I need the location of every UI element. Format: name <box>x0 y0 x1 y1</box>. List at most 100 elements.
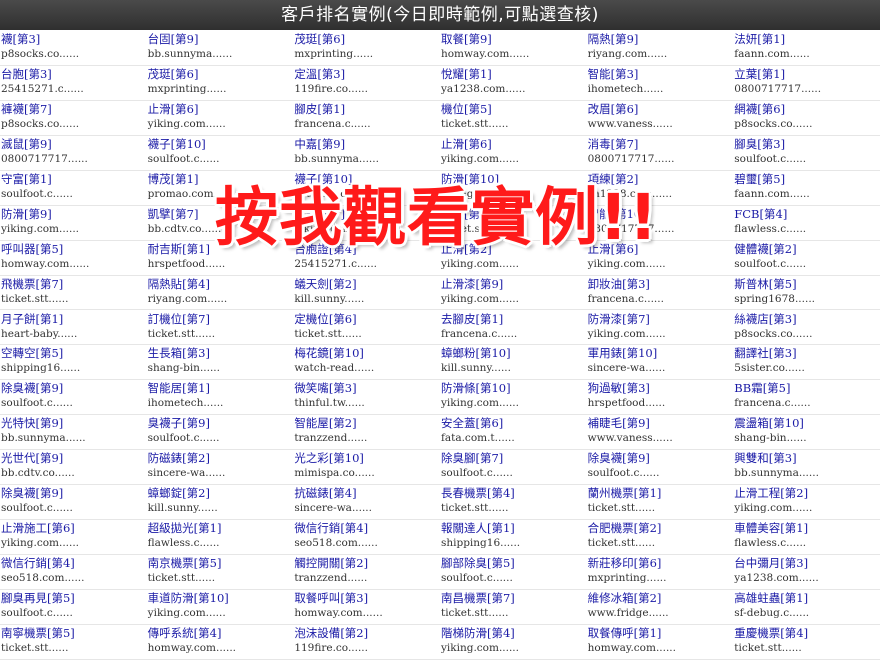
site-url[interactable]: soulfoot.c...... <box>148 431 294 446</box>
keyword-link[interactable]: 防滑條[第10] <box>441 381 587 396</box>
ranking-cell[interactable]: 消毒[第7] 0800717717...... <box>586 136 734 171</box>
keyword-link[interactable]: 滅鼠[第9] <box>1 137 147 152</box>
ranking-cell[interactable]: 空轉空[第5] shipping16...... <box>0 345 147 381</box>
site-url[interactable]: homway.com...... <box>294 606 440 621</box>
ranking-cell[interactable]: 蘭州機票[第1] ticket.stt...... <box>586 485 734 521</box>
ranking-cell[interactable]: 飛機票[第7] ticket.stt...... <box>0 276 147 311</box>
keyword-link[interactable]: 悅耀[第1] <box>441 67 587 82</box>
site-url[interactable]: 25415271.c...... <box>1 82 147 97</box>
ranking-cell[interactable]: 智能屋[第2] tranzzend...... <box>293 415 440 451</box>
site-url[interactable]: 119fire.co...... <box>294 82 440 97</box>
keyword-link[interactable]: 法妍[第1] <box>734 32 880 47</box>
ranking-cell[interactable]: 車體美容[第1] flawless.c...... <box>733 520 880 556</box>
keyword-link[interactable]: 興雙和[第3] <box>734 451 880 466</box>
ranking-cell[interactable]: 碧璽[第5] faann.com...... <box>733 171 880 206</box>
ranking-cell[interactable]: 狗過敏[第3] hrspetfood...... <box>586 380 734 416</box>
keyword-link[interactable]: 智能居[第1] <box>148 381 294 396</box>
site-url[interactable]: heart-baby...... <box>1 327 147 342</box>
keyword-link[interactable]: 智能屋[第2] <box>294 416 440 431</box>
ranking-cell[interactable]: 定機位[第6] ticket.stt...... <box>293 311 440 346</box>
keyword-link[interactable]: 止滑[第6] <box>148 102 294 117</box>
site-url[interactable]: ticket.stt...... <box>734 641 880 656</box>
ranking-cell[interactable]: 中嘉[第9] bb.sunnyma...... <box>293 136 440 171</box>
ranking-cell[interactable]: 滅鼠[第9] 0800717717...... <box>0 136 147 171</box>
keyword-link[interactable]: 消毒[第7] <box>588 137 734 152</box>
ranking-cell[interactable]: 傳呼系統[第4] homway.com...... <box>146 625 294 660</box>
keyword-link[interactable]: 南寧機票[第5] <box>1 626 147 641</box>
ranking-cell[interactable]: 蟑螂粉[第10] kill.sunny...... <box>439 345 587 381</box>
ranking-cell[interactable]: 除臭腳[第7] soulfoot.c...... <box>439 450 587 486</box>
ranking-cell[interactable]: 智能居[第1] ihometech...... <box>146 380 294 416</box>
keyword-link[interactable]: 車道防滑[第10] <box>148 591 294 606</box>
keyword-link[interactable]: 報關達人[第1] <box>441 521 587 536</box>
keyword-link[interactable]: 合肥機票[第2] <box>588 521 734 536</box>
site-url[interactable]: faann.com...... <box>734 187 880 202</box>
keyword-link[interactable]: 褲襪[第7] <box>1 102 147 117</box>
keyword-link[interactable]: 空轉空[第5] <box>1 346 147 361</box>
site-url[interactable]: flawless.c...... <box>734 536 880 551</box>
keyword-link[interactable]: 改眉[第6] <box>588 102 734 117</box>
site-url[interactable]: p8socks.co...... <box>734 327 880 342</box>
keyword-link[interactable]: 南昌機票[第7] <box>441 591 587 606</box>
ranking-cell[interactable]: 褲襪[第7] p8socks.co...... <box>0 101 147 136</box>
site-url[interactable]: seo518.com...... <box>1 571 147 586</box>
ranking-cell[interactable]: 光之彩[第10] mimispa.co...... <box>293 450 440 486</box>
site-url[interactable]: www.vaness...... <box>588 117 734 132</box>
keyword-link[interactable]: 台胞[第3] <box>1 67 147 82</box>
keyword-link[interactable]: 卸妝油[第3] <box>588 277 734 292</box>
keyword-link[interactable]: 除臭襪[第9] <box>1 381 147 396</box>
site-url[interactable]: www.vaness...... <box>588 431 734 446</box>
site-url[interactable]: soulfoot.c...... <box>1 396 147 411</box>
ranking-cell[interactable]: 抗磁錶[第4] sincere-wa...... <box>293 485 440 521</box>
keyword-link[interactable]: 呼叫器[第5] <box>1 242 147 257</box>
keyword-link[interactable]: 超級拋光[第1] <box>148 521 294 536</box>
ranking-cell[interactable]: FCB[第4] flawless.c...... <box>733 206 880 241</box>
ranking-cell[interactable]: 訂機位[第7] ticket.stt...... <box>146 311 294 346</box>
ranking-cell[interactable]: 止滑施工[第6] yiking.com...... <box>0 520 147 556</box>
keyword-link[interactable]: 止滑[第6] <box>441 137 587 152</box>
ranking-cell[interactable]: BB霜[第5] francena.c...... <box>733 380 880 416</box>
ranking-cell[interactable]: 取餐呼叫[第3] homway.com...... <box>293 590 440 625</box>
ranking-cell[interactable]: 台固[第9] bb.sunnyma...... <box>146 31 294 66</box>
site-url[interactable]: ticket.stt...... <box>441 606 587 621</box>
ranking-cell[interactable]: 超級拋光[第1] flawless.c...... <box>146 520 294 556</box>
keyword-link[interactable]: 去腳皮[第1] <box>441 312 587 327</box>
site-url[interactable]: ticket.stt...... <box>148 571 294 586</box>
ranking-cell[interactable]: 蟑螂錠[第2] kill.sunny...... <box>146 485 294 521</box>
ranking-cell[interactable]: 止滑工程[第2] yiking.com...... <box>733 485 880 521</box>
ranking-cell[interactable]: 防磁錶[第2] sincere-wa...... <box>146 450 294 486</box>
ranking-cell[interactable]: 翻譯社[第3] 5sister.co...... <box>733 345 880 381</box>
ranking-cell[interactable]: 茂珽[第6] mxprinting...... <box>293 31 440 66</box>
site-url[interactable]: sincere-wa...... <box>294 501 440 516</box>
site-url[interactable]: yiking.com...... <box>588 327 734 342</box>
keyword-link[interactable]: 守富[第1] <box>1 172 147 187</box>
ranking-cell[interactable]: 腳部除臭[第5] soulfoot.c...... <box>439 555 587 591</box>
ranking-cell[interactable]: 南昌機票[第7] ticket.stt...... <box>439 590 587 625</box>
keyword-link[interactable]: 腳皮[第1] <box>294 102 440 117</box>
keyword-link[interactable]: 高雄蛀蟲[第1] <box>734 591 880 606</box>
ranking-cell[interactable]: 月子餅[第1] heart-baby...... <box>0 311 147 346</box>
site-url[interactable]: ticket.stt...... <box>441 501 587 516</box>
keyword-link[interactable]: BB霜[第5] <box>734 381 880 396</box>
site-url[interactable]: riyang.com...... <box>588 47 734 62</box>
site-url[interactable]: seo518.com...... <box>294 536 440 551</box>
ranking-cell[interactable]: 止滑漆[第9] yiking.com...... <box>439 276 587 311</box>
site-url[interactable]: yiking.com...... <box>441 292 587 307</box>
keyword-link[interactable]: 飛機票[第7] <box>1 277 147 292</box>
site-url[interactable]: p8socks.co...... <box>734 117 880 132</box>
ranking-cell[interactable]: 梅花鏡[第10] watch-read...... <box>293 345 440 381</box>
site-url[interactable]: francena.c...... <box>734 396 880 411</box>
view-example-banner[interactable]: 按我觀看實例!! <box>215 170 715 265</box>
ranking-cell[interactable]: 法妍[第1] faann.com...... <box>733 31 880 66</box>
site-url[interactable]: soulfoot.c...... <box>1 501 147 516</box>
ranking-cell[interactable]: 微笑嘴[第3] thinful.tw...... <box>293 380 440 416</box>
ranking-cell[interactable]: 生長箱[第3] shang-bin...... <box>146 345 294 381</box>
keyword-link[interactable]: 光世代[第9] <box>1 451 147 466</box>
site-url[interactable]: 0800717717...... <box>734 82 880 97</box>
keyword-link[interactable]: 防滑[第9] <box>1 207 147 222</box>
site-url[interactable]: watch-read...... <box>294 361 440 376</box>
keyword-link[interactable]: 微信行銷[第4] <box>1 556 147 571</box>
ranking-cell[interactable]: 立葉[第1] 0800717717...... <box>733 66 880 101</box>
ranking-cell[interactable]: 改眉[第6] www.vaness...... <box>586 101 734 136</box>
ranking-cell[interactable]: 襪[第3] p8socks.co...... <box>0 31 147 66</box>
